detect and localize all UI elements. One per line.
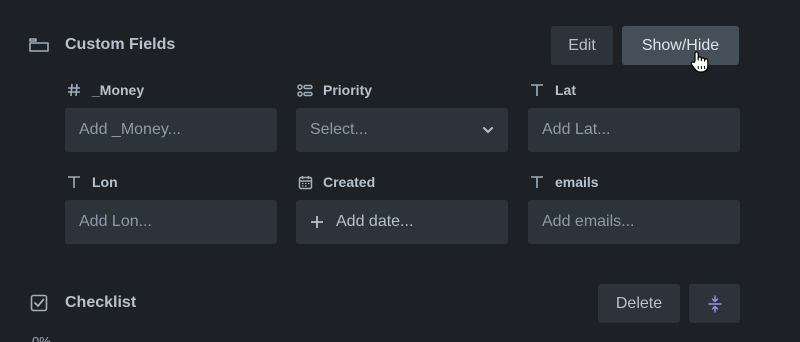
collapse-button[interactable]	[689, 284, 740, 323]
field-label-text: Lat	[555, 82, 576, 98]
text-icon	[528, 173, 546, 191]
field-label-emails: emails	[528, 173, 599, 191]
checkbox-icon	[28, 292, 50, 314]
field-label-text: Lon	[92, 174, 118, 190]
priority-select[interactable]: Select...	[296, 108, 508, 152]
hand-cursor-icon	[690, 50, 710, 79]
priority-select-value: Select...	[310, 121, 368, 138]
field-label-created: Created	[296, 173, 375, 191]
field-label-priority: Priority	[296, 81, 372, 99]
field-label-text: Created	[323, 174, 376, 190]
lon-input[interactable]: Add Lon...	[65, 200, 277, 244]
hash-icon	[65, 81, 83, 99]
calendar-icon	[296, 173, 314, 191]
collapse-icon	[707, 294, 722, 313]
field-label-text: Priority	[323, 82, 373, 98]
text-icon	[528, 81, 546, 99]
card-fields-icon	[28, 34, 50, 56]
checklist-progress-percent: 0%	[32, 334, 51, 342]
delete-checklist-button[interactable]: Delete	[598, 284, 680, 323]
created-date-label: Add date...	[336, 213, 414, 230]
field-label-text: emails	[555, 174, 599, 190]
created-date-button[interactable]: Add date...	[296, 200, 508, 244]
field-label-money: _Money	[65, 81, 144, 99]
emails-input[interactable]: Add emails...	[528, 200, 740, 244]
text-icon	[65, 173, 83, 191]
edit-button[interactable]: Edit	[551, 26, 613, 65]
chevron-down-icon	[482, 126, 494, 134]
plus-icon	[310, 215, 324, 229]
field-label-lon: Lon	[65, 173, 118, 191]
show-hide-button[interactable]: Show/Hide	[622, 26, 739, 65]
lat-input[interactable]: Add Lat...	[528, 108, 740, 152]
field-label-text: _Money	[92, 82, 145, 98]
checklist-title: Checklist	[65, 294, 137, 311]
money-input[interactable]: Add _Money...	[65, 108, 277, 152]
list-options-icon	[296, 81, 314, 99]
field-label-lat: Lat	[528, 81, 576, 99]
custom-fields-title: Custom Fields	[65, 36, 176, 53]
